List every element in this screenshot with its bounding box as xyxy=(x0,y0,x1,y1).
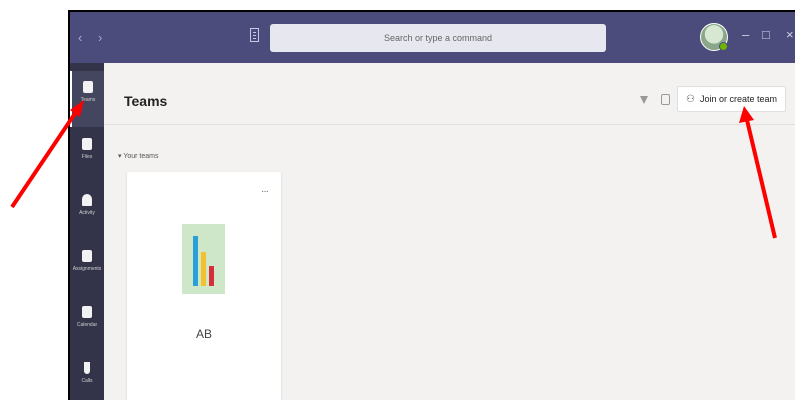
files-icon xyxy=(82,138,92,150)
settings-icon[interactable] xyxy=(661,94,670,105)
rail-item-label: Activity xyxy=(79,210,95,216)
join-button-label: Join or create team xyxy=(699,94,777,104)
rail-item-label: Teams xyxy=(80,97,96,103)
search-input[interactable]: Search or type a command xyxy=(270,24,606,52)
teams-header: Teams ⚇ Join or create team xyxy=(104,63,795,125)
rail-item-files[interactable]: Files xyxy=(70,128,104,184)
rail-item-teams[interactable]: Teams xyxy=(70,71,104,127)
teams-window: ‹ › Search or type a command – □ × Teams… xyxy=(68,10,795,400)
logo-bar-blue xyxy=(193,236,198,286)
rail-item-activity[interactable]: Activity xyxy=(70,184,104,240)
rail-item-label: Assignments xyxy=(72,266,102,272)
compose-icon[interactable] xyxy=(250,28,259,42)
rail-item-label: Calendar xyxy=(76,322,98,328)
rail-item-assignments[interactable]: Assignments xyxy=(70,240,104,296)
team-logo xyxy=(182,224,225,294)
presence-status-icon xyxy=(719,42,728,51)
calendar-icon xyxy=(82,306,92,318)
team-name: AB xyxy=(195,327,212,341)
nav-arrows[interactable]: ‹ › xyxy=(78,30,108,45)
logo-bar-red xyxy=(209,266,214,286)
rail-item-calendar[interactable]: Calendar xyxy=(70,296,104,352)
rail-item-calls[interactable]: Calls xyxy=(70,352,104,400)
assignments-icon xyxy=(82,250,92,262)
teams-icon xyxy=(83,81,93,93)
app-rail: Teams Files Activity Assignments Calenda… xyxy=(70,63,104,400)
bell-icon xyxy=(82,194,92,206)
logo-bar-yellow xyxy=(201,252,206,286)
filter-icon[interactable] xyxy=(640,96,648,104)
join-team-icon: ⚇ xyxy=(685,93,695,105)
your-teams-section-toggle[interactable]: ▾ Your teams xyxy=(118,152,158,160)
title-bar: ‹ › Search or type a command – □ × xyxy=(70,12,795,63)
maximize-button[interactable]: □ xyxy=(762,28,770,42)
team-card[interactable]: ··· AB xyxy=(127,172,281,400)
minimize-button[interactable]: – xyxy=(742,28,749,42)
phone-icon xyxy=(84,362,90,374)
close-button[interactable]: × xyxy=(786,28,794,42)
rail-item-label: Calls xyxy=(81,378,93,384)
more-options-icon[interactable]: ··· xyxy=(261,186,269,197)
join-or-create-team-button[interactable]: ⚇ Join or create team xyxy=(677,86,786,112)
rail-item-label: Files xyxy=(81,154,93,160)
page-title: Teams xyxy=(124,93,168,109)
